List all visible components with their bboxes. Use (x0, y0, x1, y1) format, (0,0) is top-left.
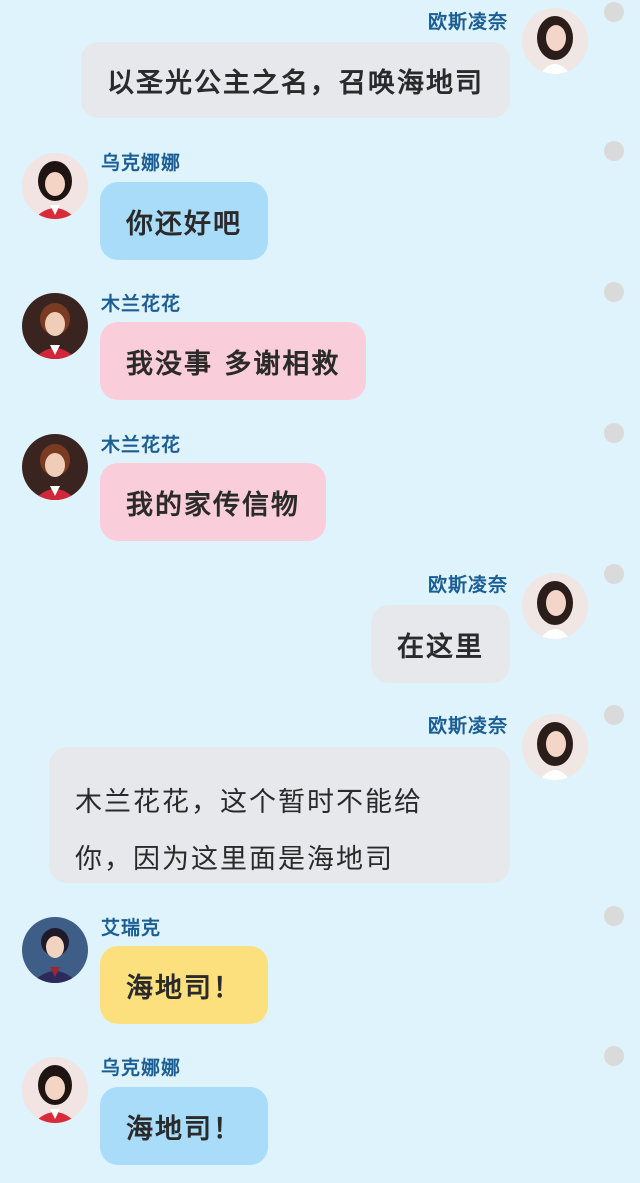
avatar[interactable] (22, 917, 88, 983)
message-bubble[interactable]: 海地司！ (100, 946, 268, 1024)
avatar[interactable] (522, 8, 588, 74)
select-dot[interactable] (604, 423, 624, 443)
select-dot[interactable] (604, 2, 624, 22)
sender-name: 欧斯凌奈 (427, 11, 508, 33)
chat-message: 乌克娜娜 海地司！ (0, 1045, 640, 1183)
select-dot[interactable] (604, 141, 624, 161)
avatar[interactable] (22, 1057, 88, 1123)
chat-message: 木兰花花 我没事 多谢相救 (0, 281, 640, 411)
avatar[interactable] (22, 293, 88, 359)
message-bubble[interactable]: 以圣光公主之名，召唤海地司 (81, 42, 510, 118)
chat-message: 欧斯凌奈 木兰花花，这个暂时不能给 你，因为这里面是海地司 (0, 704, 640, 894)
message-bubble[interactable]: 木兰花花，这个暂时不能给 你，因为这里面是海地司 (49, 747, 510, 883)
sender-name: 欧斯凌奈 (427, 715, 508, 737)
avatar[interactable] (522, 714, 588, 780)
chat-message: 乌克娜娜 你还好吧 (0, 140, 640, 270)
sender-name: 木兰花花 (101, 293, 182, 315)
message-bubble[interactable]: 海地司！ (100, 1087, 268, 1165)
chat-message: 木兰花花 我的家传信物 (0, 422, 640, 552)
avatar[interactable] (22, 434, 88, 500)
chat-message: 艾瑞克 海地司！ (0, 905, 640, 1035)
avatar[interactable] (522, 573, 588, 639)
sender-name: 木兰花花 (101, 434, 182, 456)
sender-name: 艾瑞克 (101, 917, 162, 939)
message-bubble[interactable]: 我的家传信物 (100, 463, 326, 541)
select-dot[interactable] (604, 906, 624, 926)
message-line: 木兰花花，这个暂时不能给 (75, 787, 423, 818)
sender-name: 乌克娜娜 (101, 1057, 182, 1079)
avatar[interactable] (22, 153, 88, 219)
message-bubble[interactable]: 我没事 多谢相救 (100, 322, 367, 400)
select-dot[interactable] (604, 282, 624, 302)
chat-message: 欧斯凌奈 在这里 (0, 563, 640, 693)
message-line: 你，因为这里面是海地司 (75, 844, 394, 875)
select-dot[interactable] (604, 705, 624, 725)
select-dot[interactable] (604, 1046, 624, 1066)
message-bubble[interactable]: 你还好吧 (100, 182, 268, 260)
message-bubble[interactable]: 在这里 (371, 605, 510, 683)
sender-name: 乌克娜娜 (101, 152, 182, 174)
chat-message: 欧斯凌奈 以圣光公主之名，召唤海地司 (0, 0, 640, 130)
sender-name: 欧斯凌奈 (427, 574, 508, 596)
select-dot[interactable] (604, 564, 624, 584)
